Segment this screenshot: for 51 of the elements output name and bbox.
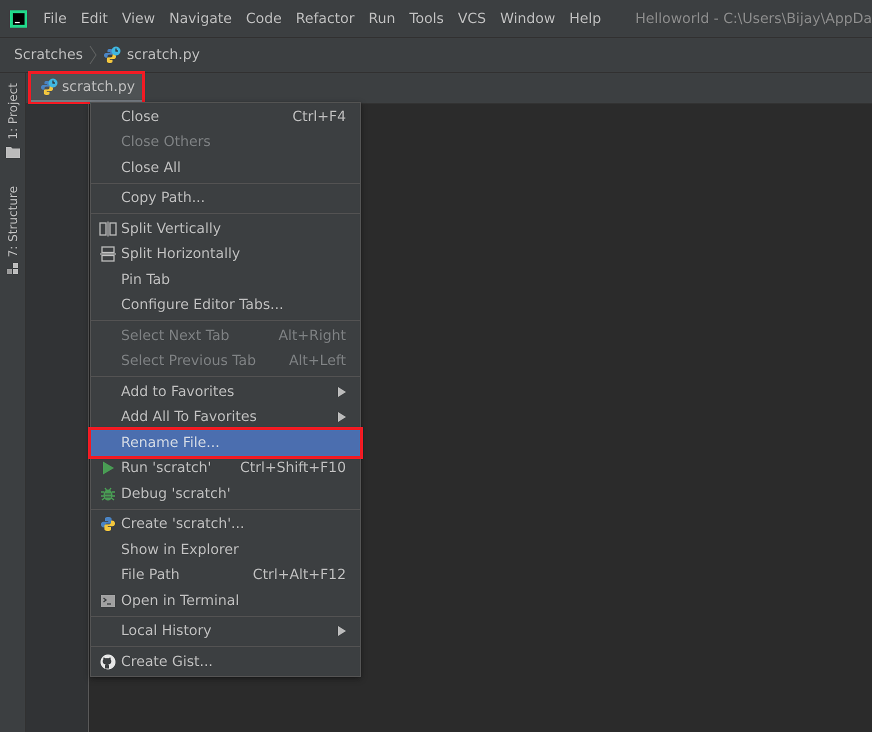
tool-window-button[interactable]: 1: Project — [6, 83, 20, 158]
menu-item[interactable]: Run 'scratch' Ctrl+Shift+F10 — [91, 456, 360, 481]
app-logo-icon — [10, 10, 28, 28]
menu-bar-item[interactable]: Tools — [403, 10, 450, 26]
menu-bar-item[interactable]: Window — [494, 10, 562, 26]
bug-icon — [100, 486, 116, 502]
submenu-arrow-icon — [338, 412, 346, 422]
menu-bar-item[interactable]: Code — [240, 10, 288, 26]
menu-bar-item[interactable]: Help — [563, 10, 608, 26]
menu-bar-item[interactable]: Refactor — [290, 10, 360, 26]
menu-item[interactable]: Debug 'scratch' — [91, 481, 360, 506]
structure-icon — [6, 262, 18, 275]
menu-item[interactable]: Create Gist... — [91, 649, 360, 674]
terminal-icon — [100, 592, 116, 609]
menu-item[interactable]: Close Ctrl+F4 — [91, 104, 360, 130]
submenu-arrow-icon — [338, 386, 346, 397]
split-horizontal-icon — [99, 246, 117, 262]
chevron-icon — [88, 45, 97, 65]
menu-item[interactable]: Rename File... — [91, 430, 360, 456]
menu-item[interactable]: Open in Terminal — [91, 588, 360, 614]
menu-bar-item[interactable]: Edit — [74, 10, 114, 26]
editor-tab[interactable]: scratch.py — [30, 73, 144, 103]
menu-item[interactable]: Copy Path... — [91, 186, 360, 211]
menu-item[interactable]: Pin Tab — [91, 267, 360, 292]
menu-item[interactable]: File Path Ctrl+Alt+F12 — [91, 562, 360, 588]
menu-item[interactable]: Split Vertically — [91, 216, 360, 242]
menu-bar-item[interactable]: File — [37, 10, 73, 26]
github-icon — [100, 654, 116, 670]
submenu-arrow-icon — [338, 626, 346, 636]
menu-bar-item[interactable]: Run — [362, 10, 402, 26]
run-icon — [100, 460, 116, 476]
menu-item[interactable]: Create 'scratch'... — [91, 512, 360, 537]
python-icon — [100, 516, 116, 532]
menu-item[interactable]: Split Horizontally — [91, 242, 360, 267]
menu-item[interactable]: Local History — [91, 618, 360, 644]
menu-item[interactable]: Configure Editor Tabs... — [91, 292, 360, 318]
menu-item[interactable]: Close All — [91, 155, 360, 180]
window-title: Helloworld - C:\Users\Bijay\AppDa — [635, 10, 872, 26]
breadcrumb-item[interactable]: scratch.py — [126, 47, 200, 63]
menu-bar-item[interactable]: Navigate — [163, 10, 238, 26]
menu-item[interactable]: Show in Explorer — [91, 537, 360, 562]
folder-icon — [6, 146, 20, 158]
menu-bar-item[interactable]: VCS — [452, 10, 492, 26]
menu-bar-item[interactable]: View — [116, 10, 162, 26]
breadcrumb-item[interactable]: Scratches — [14, 47, 83, 63]
menu-item[interactable]: Add All To Favorites — [91, 404, 360, 430]
scratch-file-icon — [40, 78, 58, 96]
scratch-file-icon — [102, 46, 121, 64]
tool-window-button[interactable]: 7: Structure — [6, 186, 20, 275]
menu-item[interactable]: Add to Favorites — [91, 379, 360, 404]
split-vertical-icon — [99, 220, 117, 237]
